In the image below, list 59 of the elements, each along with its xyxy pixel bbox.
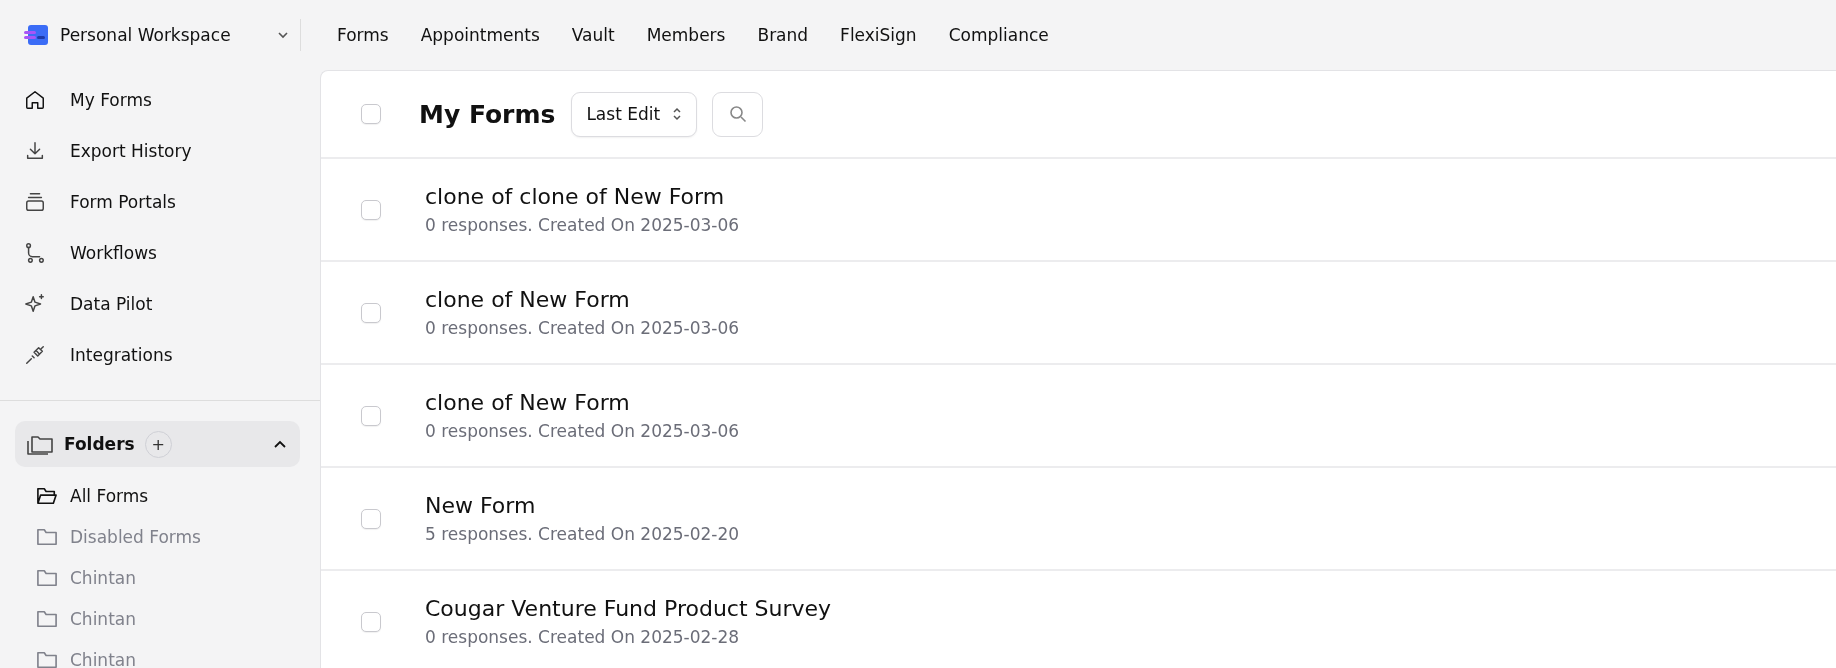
sparkle-icon: [24, 292, 46, 315]
nav-link[interactable]: Brand: [741, 17, 825, 53]
home-icon: [24, 88, 46, 111]
folder-icon: [36, 608, 58, 629]
plug-icon: [24, 343, 46, 366]
folder-icon: [36, 567, 58, 588]
nav-link[interactable]: FlexiSign: [824, 17, 933, 53]
form-title: clone of New Form: [425, 287, 631, 312]
folder-item[interactable]: Chintan: [0, 639, 320, 668]
form-row[interactable]: clone of clone of New Form 0 responses. Created On 2025-03-06: [321, 159, 1836, 262]
folders-label: Folders: [64, 434, 135, 454]
row-checkbox[interactable]: [361, 611, 381, 632]
nav-link[interactable]: Compliance: [932, 17, 1065, 53]
form-meta: 0 responses. Created On 2025-02-28: [425, 627, 741, 647]
form-meta: 0 responses. Created On 2025-03-06: [425, 215, 740, 235]
row-checkbox[interactable]: [361, 302, 381, 323]
form-meta: 5 responses. Created On 2025-02-20: [425, 524, 740, 544]
select-all-checkbox[interactable]: [361, 104, 381, 124]
nav-link[interactable]: Members: [630, 17, 742, 53]
folders-header[interactable]: Folders +: [15, 421, 300, 467]
stack-icon: [24, 190, 46, 213]
sort-chevrons-icon: [672, 106, 683, 122]
folder-item[interactable]: Disabled Forms: [0, 516, 320, 557]
form-meta: 0 responses. Created On 2025-03-06: [425, 421, 740, 441]
form-row[interactable]: Cougar Venture Fund Product Survey 0 responses. Created On 2025-02-28: [321, 571, 1836, 668]
search-icon: [728, 105, 747, 123]
workspace-switcher[interactable]: Personal Workspace: [0, 15, 300, 55]
row-checkbox[interactable]: [361, 199, 381, 220]
nav-link[interactable]: Appointments: [404, 17, 556, 53]
folder-item[interactable]: All Forms: [0, 475, 320, 516]
download-icon: [24, 139, 46, 162]
form-row[interactable]: New Form 5 responses. Created On 2025-02-20: [321, 468, 1836, 571]
nav-link[interactable]: Vault: [555, 17, 631, 53]
page-title: My Forms: [419, 99, 556, 129]
form-title: clone of New Form: [425, 390, 631, 415]
row-checkbox[interactable]: [361, 405, 381, 426]
workflow-icon: [24, 241, 46, 264]
form-title: Cougar Venture Fund Product Survey: [425, 596, 832, 621]
search-button[interactable]: [712, 91, 764, 137]
form-title: clone of clone of New Form: [425, 184, 726, 209]
form-title: New Form: [425, 493, 537, 518]
folder-open-icon: [36, 485, 58, 506]
sidebar-item[interactable]: My Forms: [0, 74, 320, 125]
folder-icon: [36, 526, 58, 547]
folder-item[interactable]: Chintan: [0, 557, 320, 598]
form-meta: 0 responses. Created On 2025-03-06: [425, 318, 740, 338]
sidebar-item[interactable]: Workflows: [0, 227, 320, 278]
sidebar-item[interactable]: Form Portals: [0, 176, 320, 227]
sort-dropdown[interactable]: Last Edit: [571, 91, 698, 137]
nav-link[interactable]: Forms: [321, 17, 405, 53]
form-row[interactable]: clone of New Form 0 responses. Created On 2025-03-06: [321, 262, 1836, 365]
folder-icon: [36, 649, 58, 668]
sidebar-item[interactable]: Export History: [0, 125, 320, 176]
form-row[interactable]: clone of New Form 0 responses. Created On 2025-03-06: [321, 365, 1836, 468]
sidebar-item[interactable]: Data Pilot: [0, 278, 320, 329]
folder-item[interactable]: Chintan: [0, 598, 320, 639]
sidebar-item[interactable]: Integrations: [0, 329, 320, 380]
workspace-logo-icon: [24, 25, 48, 45]
row-checkbox[interactable]: [361, 508, 381, 529]
